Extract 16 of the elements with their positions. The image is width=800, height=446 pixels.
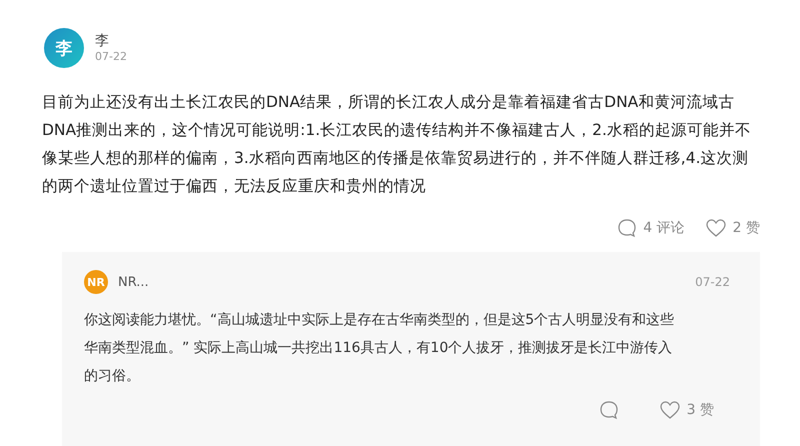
avatar[interactable]: NR: [84, 270, 108, 294]
comment-button[interactable]: 4 评论: [617, 216, 685, 240]
avatar[interactable]: 李: [44, 28, 84, 68]
like-button[interactable]: 3 赞: [658, 400, 714, 420]
like-button[interactable]: 2 赞: [704, 216, 760, 240]
reply-text: 你这阅读能力堪忧。“高山城遗址中实际上是存在古华南类型的，但是这5个古人明显没有和这些华南类型混血。” 实际上高山城一共挖出116具古人，有10个人拔牙，推测拔牙是长江中游传入的习俗。: [84, 311, 676, 386]
author-name[interactable]: 李: [95, 32, 127, 50]
reply-date: 07-22: [695, 275, 730, 289]
author-name[interactable]: NR...: [118, 274, 149, 290]
speech-bubble-icon: [617, 218, 638, 238]
comment-button[interactable]: [598, 400, 619, 420]
speech-bubble-icon: [598, 400, 619, 420]
post-text: 目前为止还没有出土长江农民的DNA结果，所谓的长江农人成分是靠着福建省古DNA和黄河流域古DNA推测出来的，这个情况可能说明:1.长江农民的遗传结构并不像福建古人，2.水稻的起源可能并不像某些人想的那样的偏南，3.水稻向西南地区的传播是依靠贸易进行的，并不伴随人群迁移,4.这次测的两个遗址位置过于偏西，无法反应重庆和贵州的情况: [42, 92, 752, 197]
heart-icon: [658, 400, 681, 420]
post-date: 07-22: [95, 50, 127, 64]
heart-icon: [704, 218, 727, 238]
